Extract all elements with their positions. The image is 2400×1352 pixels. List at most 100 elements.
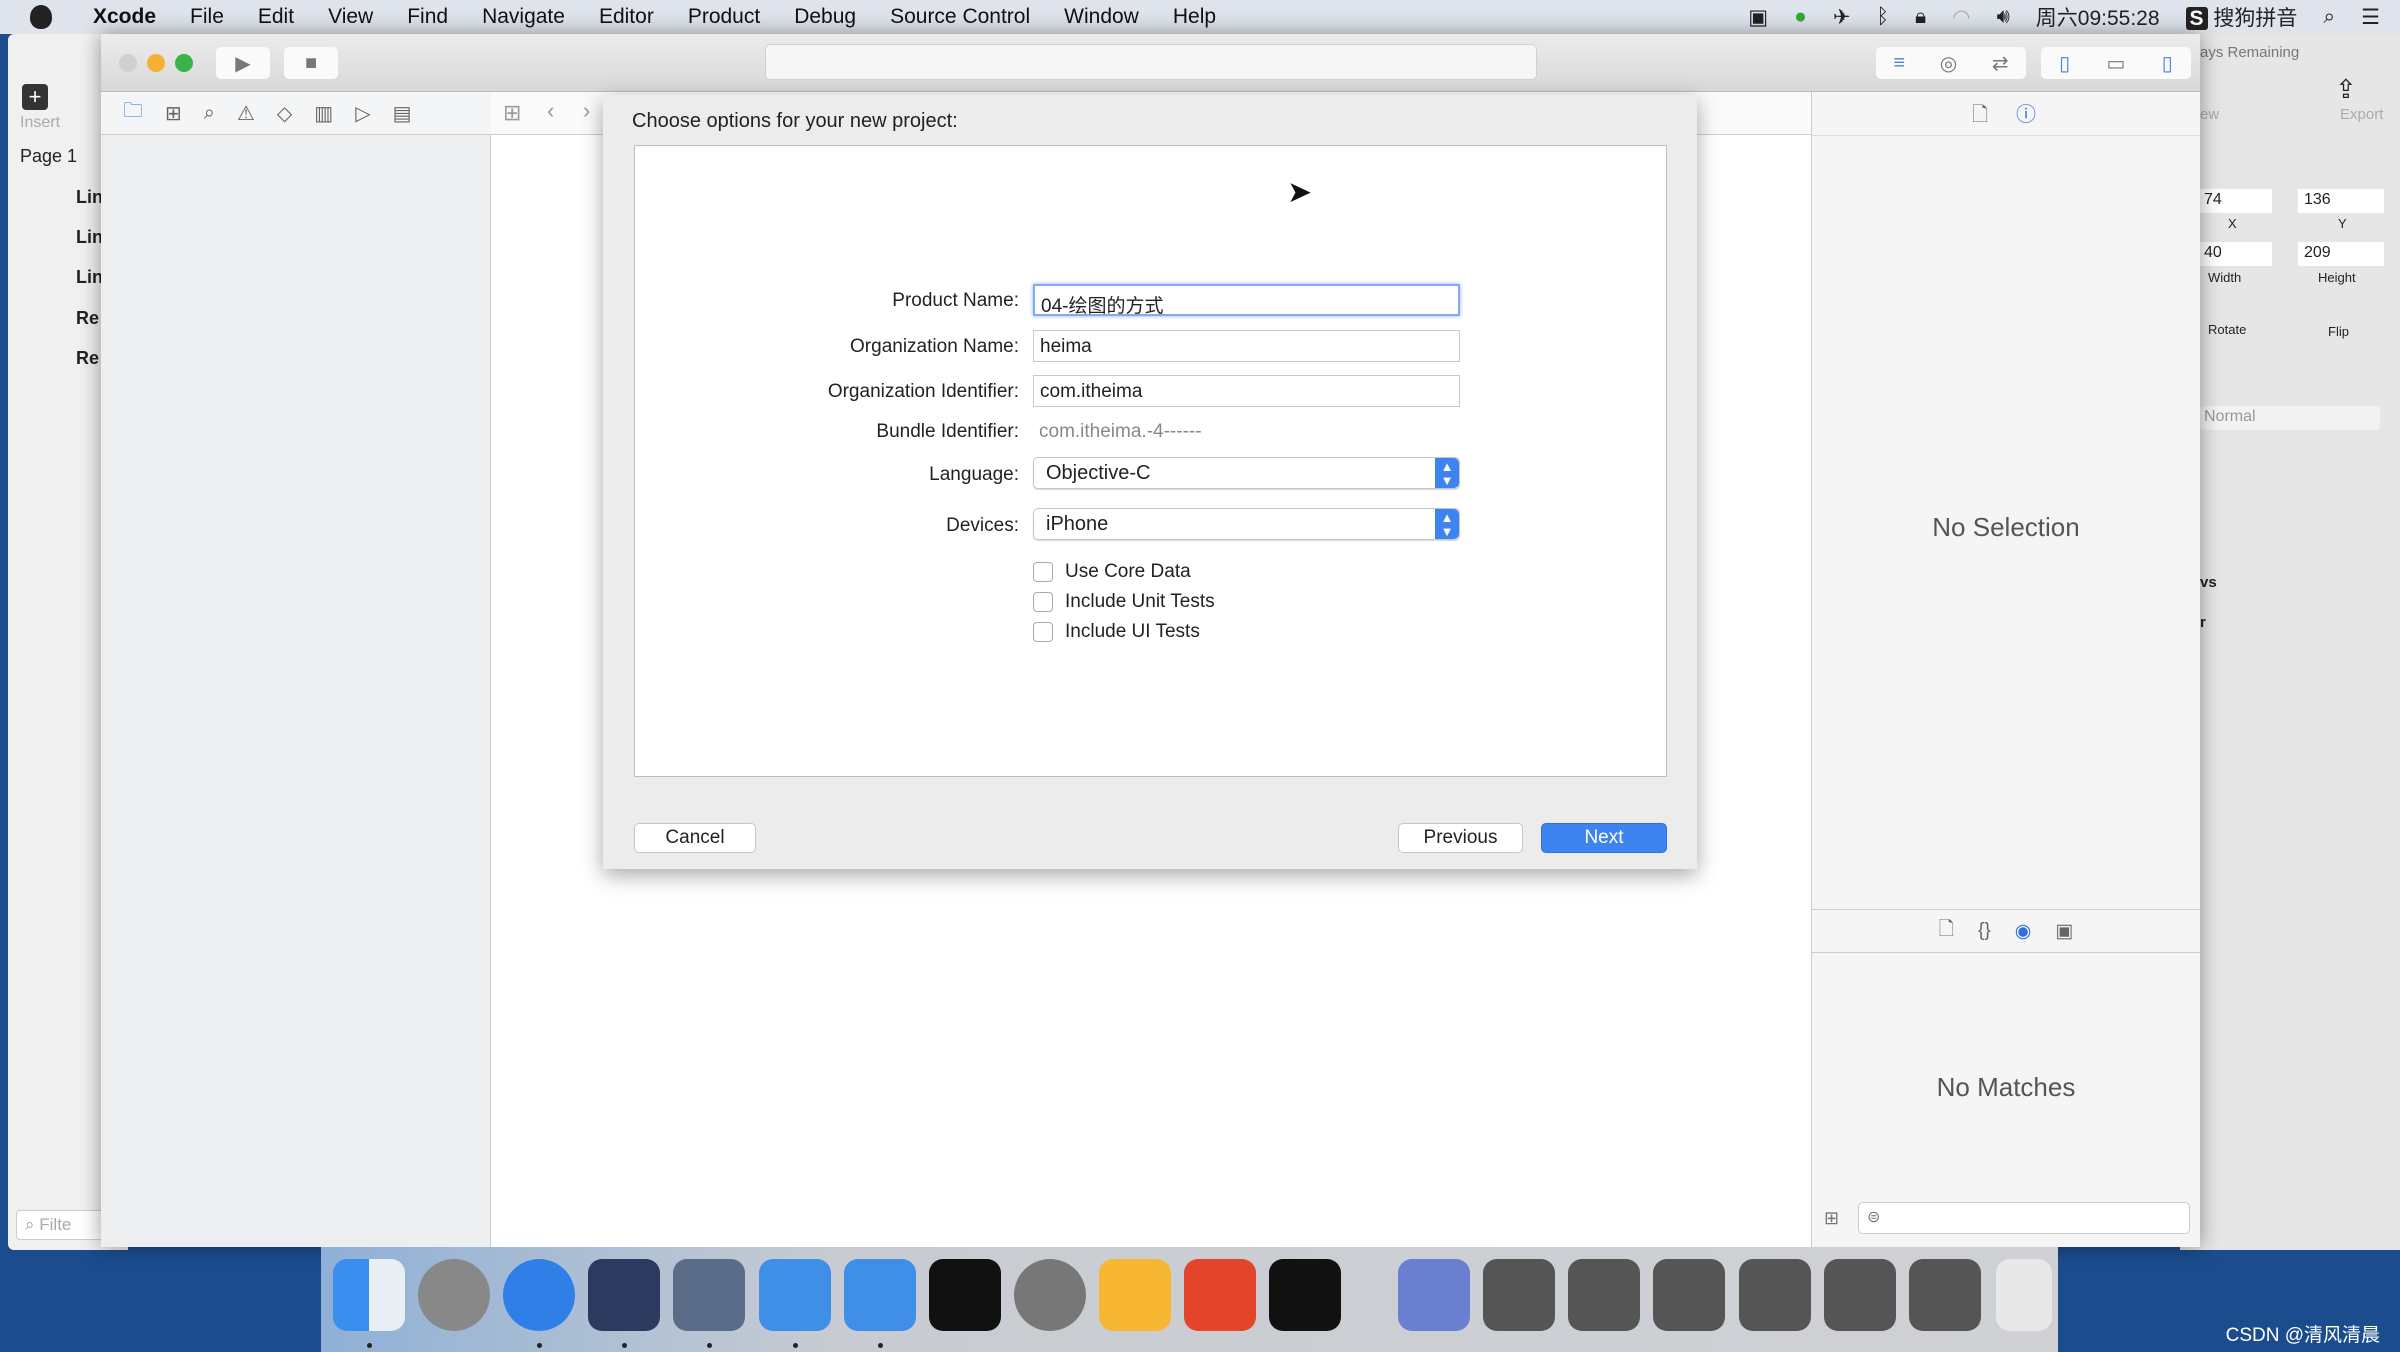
ime-indicator[interactable]: S 搜狗拼音 — [2185, 2, 2297, 32]
menu-product[interactable]: Product — [671, 5, 777, 29]
debug-toggle-icon[interactable]: ▭ — [2107, 51, 2126, 76]
menu-app[interactable]: Xcode — [76, 5, 173, 29]
code-snippet-icon[interactable]: {} — [1978, 920, 1991, 942]
airplane-icon[interactable]: ✈ — [1833, 5, 1851, 30]
assistant-editor-icon[interactable]: ◎ — [1940, 51, 1957, 76]
dock-mouse-app-icon[interactable] — [588, 1259, 660, 1331]
include-ui-tests-checkbox[interactable]: Include UI Tests — [1033, 621, 1200, 643]
org-name-field[interactable]: heima — [1033, 330, 1460, 362]
media-library-icon[interactable]: ▣ — [2055, 920, 2073, 943]
dock-wps-presentation-icon[interactable] — [1184, 1259, 1256, 1331]
view-label[interactable]: ew — [2200, 106, 2219, 123]
dock-window-icon[interactable] — [1824, 1259, 1896, 1331]
symbol-navigator-icon[interactable]: ⊞ — [165, 101, 182, 126]
menu-editor[interactable]: Editor — [582, 5, 671, 29]
checkbox[interactable] — [1033, 562, 1053, 582]
volume-icon[interactable]: 🔊︎ — [1997, 5, 2010, 29]
x-field[interactable]: 74 — [2200, 189, 2272, 213]
breakpoint-icon[interactable]: ▷ — [355, 101, 370, 126]
report-icon[interactable]: ▤ — [393, 101, 412, 126]
related-items-icon[interactable]: ⊞ — [503, 100, 521, 126]
screen-record-icon[interactable]: ▣ — [1748, 5, 1768, 30]
find-icon[interactable]: ⌕ — [204, 102, 215, 125]
menu-view[interactable]: View — [311, 5, 390, 29]
zoom-button[interactable] — [175, 54, 193, 72]
grid-view-icon[interactable]: ⊞ — [1824, 1208, 1839, 1229]
blend-mode-select[interactable]: Normal — [2200, 406, 2380, 430]
dock-launchpad-icon[interactable] — [418, 1259, 490, 1331]
dock-window-icon[interactable] — [1739, 1259, 1811, 1331]
standard-editor-icon[interactable]: ≡ — [1893, 52, 1905, 75]
export-icon[interactable]: ⇪ — [2335, 74, 2357, 105]
checkbox[interactable] — [1033, 592, 1053, 612]
file-inspector-icon[interactable]: 🗋︎ — [1972, 100, 1988, 134]
panel-toggle-segment[interactable]: ▯ ▭ ▯ — [2041, 47, 2191, 79]
layer-item[interactable]: Lin — [76, 267, 103, 288]
devices-select[interactable]: iPhone ▲ ▼ — [1033, 508, 1460, 540]
clock[interactable]: 周六09:55:28 — [2036, 2, 2160, 32]
wifi-icon[interactable]: ◠ — [1952, 5, 1970, 30]
menu-window[interactable]: Window — [1047, 5, 1156, 29]
export-label[interactable]: Export — [2340, 106, 2383, 123]
next-button[interactable]: Next — [1541, 823, 1667, 853]
use-core-data-checkbox[interactable]: Use Core Data — [1033, 561, 1191, 583]
cancel-button[interactable]: Cancel — [634, 823, 756, 853]
org-id-field[interactable]: com.itheima — [1033, 375, 1460, 407]
dock-window-icon[interactable] — [1568, 1259, 1640, 1331]
dock-finder-icon[interactable] — [333, 1259, 405, 1331]
menu-debug[interactable]: Debug — [777, 5, 873, 29]
menu-help[interactable]: Help — [1156, 5, 1233, 29]
dock-trash-icon[interactable] — [1996, 1259, 2052, 1331]
dock-safari-icon[interactable] — [503, 1259, 575, 1331]
dock-photo-theater-icon[interactable] — [673, 1259, 745, 1331]
forward-icon[interactable]: › — [583, 98, 590, 124]
page-selector[interactable]: Page 1 — [20, 146, 77, 167]
layer-item[interactable]: Lin — [76, 227, 103, 248]
y-field[interactable]: 136 — [2298, 189, 2384, 213]
minimize-button[interactable] — [147, 54, 165, 72]
debug-icon[interactable]: ▥ — [314, 101, 333, 126]
menu-edit[interactable]: Edit — [241, 5, 311, 29]
folder-icon[interactable]: 🗀︎ — [123, 96, 143, 130]
dock-window-icon[interactable] — [1653, 1259, 1725, 1331]
apple-icon[interactable] — [30, 5, 52, 29]
dock-xcode-icon[interactable] — [759, 1259, 831, 1331]
insert-plus-icon[interactable]: + — [22, 84, 48, 110]
warning-icon[interactable]: ⚠︎ — [237, 101, 255, 126]
menu-navigate[interactable]: Navigate — [465, 5, 582, 29]
utilities-toggle-icon[interactable]: ▯ — [2162, 51, 2173, 76]
notification-center-icon[interactable]: ☰ — [2361, 5, 2380, 30]
height-field[interactable]: 209 — [2298, 242, 2384, 266]
menu-find[interactable]: Find — [390, 5, 465, 29]
dock-terminal-icon[interactable] — [929, 1259, 1001, 1331]
width-field[interactable]: 40 — [2200, 242, 2272, 266]
help-icon[interactable]: ⓘ — [2016, 98, 2036, 127]
dock-console-icon[interactable] — [1269, 1259, 1341, 1331]
layer-item[interactable]: Re — [76, 308, 99, 329]
dock-simulator-icon[interactable] — [844, 1259, 916, 1331]
include-unit-tests-checkbox[interactable]: Include Unit Tests — [1033, 591, 1215, 613]
bluetooth-icon[interactable]: ᛒ — [1876, 5, 1889, 29]
object-library-icon[interactable]: ◉ — [2015, 920, 2032, 943]
previous-button[interactable]: Previous — [1398, 823, 1523, 853]
trial-remaining[interactable]: ays Remaining — [2200, 44, 2299, 61]
layer-item[interactable]: Re — [76, 348, 99, 369]
version-editor-icon[interactable]: ⇄ — [1992, 51, 2009, 76]
dock-sketch-icon[interactable] — [1099, 1259, 1171, 1331]
menu-file[interactable]: File — [173, 5, 241, 29]
dock-window-icon[interactable] — [1909, 1259, 1981, 1331]
dock-system-preferences-icon[interactable] — [1014, 1259, 1086, 1331]
run-button[interactable]: ▶ — [216, 47, 270, 79]
language-select[interactable]: Objective-C ▲ ▼ — [1033, 457, 1460, 489]
spotlight-icon[interactable]: ⌕ — [2323, 5, 2335, 29]
back-icon[interactable]: ‹ — [547, 98, 554, 124]
layer-item[interactable]: Lin — [76, 187, 103, 208]
lock-icon[interactable]: 🔒︎ — [1915, 5, 1926, 29]
checkbox[interactable] — [1033, 622, 1053, 642]
navigator-toggle-icon[interactable]: ▯ — [2059, 51, 2070, 76]
file-template-icon[interactable]: 🗋︎ — [1939, 915, 1954, 947]
dock-media-player-icon[interactable] — [1398, 1259, 1470, 1331]
close-button[interactable] — [119, 54, 137, 72]
editor-mode-segment[interactable]: ≡ ◎ ⇄ — [1876, 47, 2026, 79]
app-status-icon[interactable]: ● — [1794, 5, 1807, 29]
